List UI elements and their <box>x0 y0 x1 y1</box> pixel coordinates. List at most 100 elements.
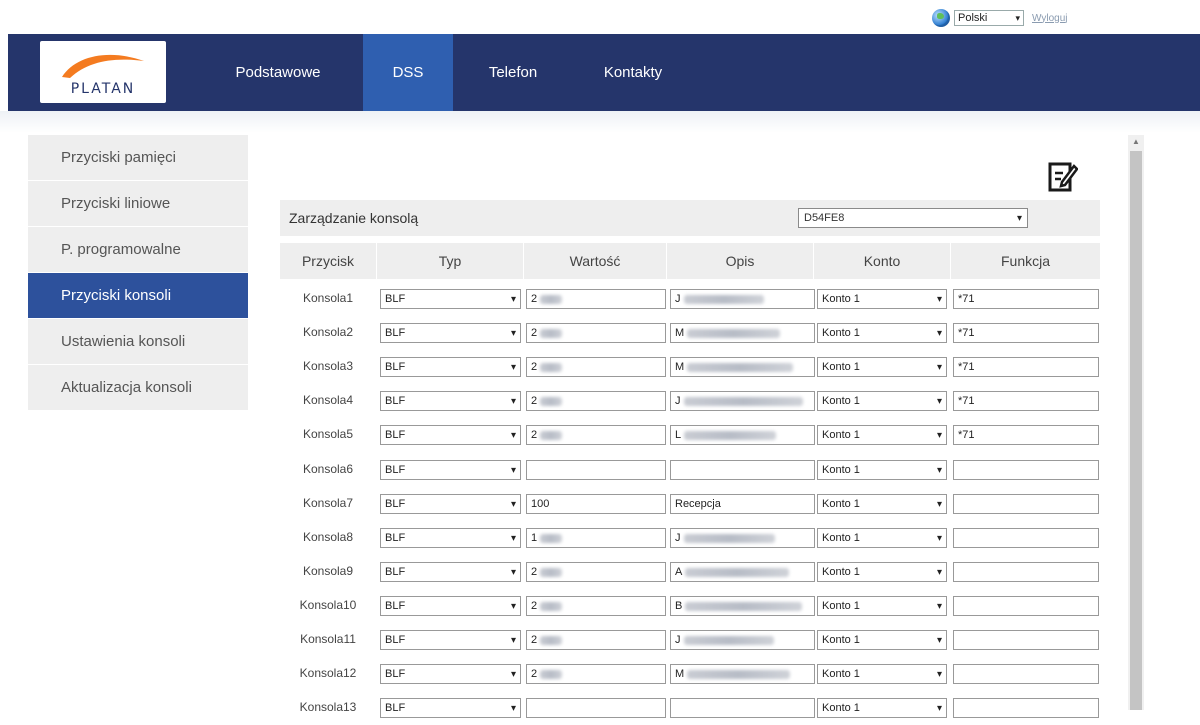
type-select[interactable]: BLF ▾ <box>380 357 521 377</box>
account-select[interactable]: Konto 1 ▾ <box>817 698 947 718</box>
description-input[interactable]: Recepcja <box>670 494 815 514</box>
sidebar-item-4[interactable]: Przyciski konsoli <box>28 273 248 319</box>
row-button-label: Konsola8 <box>302 530 354 544</box>
redacted-blur <box>540 567 563 577</box>
redacted-blur <box>687 328 781 338</box>
function-input[interactable] <box>953 562 1099 582</box>
function-input[interactable] <box>953 460 1099 480</box>
sidebar-item-5[interactable]: Ustawienia konsoli <box>28 319 248 365</box>
value-input[interactable]: 100 <box>526 494 666 514</box>
type-select[interactable]: BLF ▾ <box>380 391 521 411</box>
device-select[interactable]: D54FE8 ▾ <box>798 208 1028 228</box>
description-input[interactable]: A <box>670 562 815 582</box>
value-input[interactable] <box>526 460 666 480</box>
nav-item-podstawowe[interactable]: Podstawowe <box>208 34 348 111</box>
chevron-down-icon: ▾ <box>936 361 942 373</box>
account-select[interactable]: Konto 1 ▾ <box>817 528 947 548</box>
nav-item-kontakty[interactable]: Kontakty <box>578 34 688 111</box>
function-input[interactable] <box>953 494 1099 514</box>
description-input[interactable]: J <box>670 289 815 309</box>
value-input[interactable]: 2 <box>526 357 666 377</box>
row-button-label: Konsola4 <box>302 393 354 407</box>
account-select[interactable]: Konto 1 ▾ <box>817 596 947 616</box>
redacted-blur <box>540 396 563 406</box>
platan-logo[interactable]: PLATAN <box>40 41 166 103</box>
value-input[interactable]: 2 <box>526 323 666 343</box>
type-select[interactable]: BLF ▾ <box>380 460 521 480</box>
value-input[interactable]: 2 <box>526 664 666 684</box>
scroll-thumb[interactable] <box>1130 151 1142 710</box>
description-input[interactable]: J <box>670 391 815 411</box>
function-input[interactable]: *71 <box>953 323 1099 343</box>
description-input[interactable]: M <box>670 323 815 343</box>
table-row: Konsola2 BLF ▾ 2 M Konto 1 ▾ *71 <box>280 316 1100 350</box>
account-select[interactable]: Konto 1 ▾ <box>817 289 947 309</box>
description-input[interactable]: J <box>670 630 815 650</box>
value-input[interactable]: 2 <box>526 562 666 582</box>
type-select[interactable]: BLF ▾ <box>380 596 521 616</box>
function-input[interactable]: *71 <box>953 289 1099 309</box>
function-input[interactable]: *71 <box>953 425 1099 445</box>
vertical-scrollbar[interactable]: ▲ <box>1128 135 1144 710</box>
sidebar-item-3[interactable]: P. programowalne <box>28 227 248 273</box>
scroll-up-arrow-icon[interactable]: ▲ <box>1128 135 1144 149</box>
language-select[interactable]: Polski ▾ <box>954 10 1024 26</box>
value-input[interactable] <box>526 698 666 718</box>
function-input[interactable] <box>953 528 1099 548</box>
table-row: Konsola10 BLF ▾ 2 B Konto 1 ▾ <box>280 589 1100 623</box>
function-input[interactable] <box>953 596 1099 616</box>
value-text: 2 <box>531 395 538 407</box>
type-select[interactable]: BLF ▾ <box>380 425 521 445</box>
function-input[interactable] <box>953 630 1099 650</box>
type-select[interactable]: BLF ▾ <box>380 664 521 684</box>
value-input[interactable]: 2 <box>526 289 666 309</box>
function-input[interactable] <box>953 698 1099 718</box>
description-input[interactable] <box>670 698 815 718</box>
sidebar-item-6[interactable]: Aktualizacja konsoli <box>28 365 248 411</box>
value-input[interactable]: 2 <box>526 391 666 411</box>
nav-item-telefon[interactable]: Telefon <box>468 34 558 111</box>
description-input[interactable]: J <box>670 528 815 548</box>
account-select[interactable]: Konto 1 ▾ <box>817 664 947 684</box>
type-select[interactable]: BLF ▾ <box>380 562 521 582</box>
type-select[interactable]: BLF ▾ <box>380 698 521 718</box>
description-input[interactable]: B <box>670 596 815 616</box>
value-input[interactable]: 2 <box>526 425 666 445</box>
table-row: Konsola5 BLF ▾ 2 L Konto 1 ▾ *71 <box>280 418 1100 452</box>
type-select[interactable]: BLF ▾ <box>380 323 521 343</box>
description-input[interactable]: L <box>670 425 815 445</box>
nav-item-dss[interactable]: DSS <box>363 34 453 111</box>
type-select[interactable]: BLF ▾ <box>380 494 521 514</box>
function-input[interactable]: *71 <box>953 391 1099 411</box>
function-input[interactable]: *71 <box>953 357 1099 377</box>
type-select[interactable]: BLF ▾ <box>380 528 521 548</box>
function-input[interactable] <box>953 664 1099 684</box>
account-select[interactable]: Konto 1 ▾ <box>817 323 947 343</box>
type-select-value: BLF <box>385 668 406 680</box>
account-select[interactable]: Konto 1 ▾ <box>817 425 947 445</box>
value-input[interactable]: 2 <box>526 630 666 650</box>
account-select[interactable]: Konto 1 ▾ <box>817 630 947 650</box>
type-select-value: BLF <box>385 600 406 612</box>
chevron-down-icon: ▾ <box>510 634 516 646</box>
account-select[interactable]: Konto 1 ▾ <box>817 562 947 582</box>
edit-icon[interactable] <box>1048 160 1078 194</box>
account-select[interactable]: Konto 1 ▾ <box>817 391 947 411</box>
type-select-value: BLF <box>385 395 406 407</box>
description-text: M <box>675 327 685 339</box>
chevron-down-icon: ▾ <box>510 327 516 339</box>
sidebar-item-1[interactable]: Przyciski pamięci <box>28 135 248 181</box>
logout-link[interactable]: Wyloguj <box>1032 13 1067 24</box>
type-select[interactable]: BLF ▾ <box>380 630 521 650</box>
sidebar-item-2[interactable]: Przyciski liniowe <box>28 181 248 227</box>
value-input[interactable]: 1 <box>526 528 666 548</box>
description-input[interactable] <box>670 460 815 480</box>
account-select[interactable]: Konto 1 ▾ <box>817 460 947 480</box>
type-select[interactable]: BLF ▾ <box>380 289 521 309</box>
value-input[interactable]: 2 <box>526 596 666 616</box>
account-select[interactable]: Konto 1 ▾ <box>817 494 947 514</box>
description-input[interactable]: M <box>670 664 815 684</box>
account-select[interactable]: Konto 1 ▾ <box>817 357 947 377</box>
account-select-value: Konto 1 <box>822 395 860 407</box>
description-input[interactable]: M <box>670 357 815 377</box>
